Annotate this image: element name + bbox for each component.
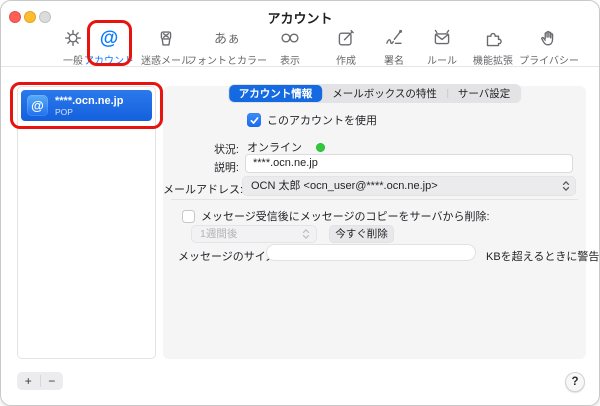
hand-icon xyxy=(519,25,579,51)
account-list-item-ocn[interactable]: @ ****.ocn.ne.jp POP xyxy=(21,90,152,121)
tab-account-information[interactable]: アカウント情報 xyxy=(229,85,323,102)
toolbar-label-privacy: プライバシー xyxy=(519,52,579,67)
title-bar: アカウント xyxy=(1,1,599,27)
remove-now-button[interactable]: 今すぐ削除 xyxy=(329,225,394,243)
toolbar-label-viewing: 表示 xyxy=(279,52,301,67)
toolbar-label-accounts: アカウント xyxy=(84,52,134,67)
status-value: オンライン xyxy=(247,139,302,155)
account-list: @ ****.ocn.ne.jp POP xyxy=(17,86,156,359)
toolbar-label-rules: ルール xyxy=(427,52,457,67)
toolbar-label-junk-mail: 迷惑メール xyxy=(141,52,191,67)
toolbar-label-general: 一般 xyxy=(62,52,84,67)
toolbar-divider xyxy=(1,66,599,67)
toolbar-item-composing[interactable]: 作成 xyxy=(335,25,357,67)
status-label: 状況: xyxy=(163,141,239,157)
compose-icon xyxy=(335,25,357,51)
account-add-remove-control: + − xyxy=(17,372,63,390)
enable-account-label: このアカウントを使用 xyxy=(267,112,377,128)
remove-period-popup[interactable]: 1週間後 xyxy=(191,225,317,243)
toolbar-item-junk-mail[interactable]: 迷惑メール xyxy=(141,25,191,67)
toolbar-item-extensions[interactable]: 機能拡張 xyxy=(473,25,513,67)
remove-copy-label: メッセージ受信後にメッセージのコピーをサーバから削除: xyxy=(201,208,490,224)
fonts-colors-icon: あぁ xyxy=(187,25,267,51)
remove-account-button[interactable]: − xyxy=(41,372,64,390)
at-icon: @ xyxy=(84,25,134,51)
account-at-icon: @ xyxy=(27,95,48,116)
popup-chevrons-icon-disabled xyxy=(302,228,310,240)
toolbar-label-extensions: 機能拡張 xyxy=(473,52,513,67)
account-name: ****.ocn.ne.jp xyxy=(55,95,123,107)
toolbar-label-composing: 作成 xyxy=(335,52,357,67)
preferences-toolbar: 一般 @ アカウント 迷惑メール あぁ フォントとカラー xyxy=(1,25,599,67)
email-address-label: メールアドレス: xyxy=(163,181,239,197)
enable-account-row: このアカウントを使用 xyxy=(247,112,377,128)
toolbar-label-signatures: 署名 xyxy=(383,52,405,67)
size-warning-suffix-label: KBを超えるときに警告 xyxy=(486,248,599,264)
remove-copy-row: メッセージ受信後にメッセージのコピーをサーバから削除: xyxy=(182,208,490,224)
account-tabs: アカウント情報 メールボックスの特性 サーバ設定 xyxy=(228,84,522,103)
email-address-value: OCN 太郎 <ocn_user@****.ocn.ne.jp> xyxy=(251,180,438,192)
toolbar-item-fonts-colors[interactable]: あぁ フォントとカラー xyxy=(187,25,267,67)
help-button[interactable]: ? xyxy=(565,372,585,392)
toolbar-item-privacy[interactable]: プライバシー xyxy=(519,25,579,67)
online-status-dot xyxy=(316,143,325,152)
status-row: オンライン xyxy=(247,139,325,155)
toolbar-item-signatures[interactable]: 署名 xyxy=(383,25,405,67)
form-divider xyxy=(171,199,578,200)
toolbar-item-viewing[interactable]: 表示 xyxy=(279,25,301,67)
remove-copy-checkbox[interactable] xyxy=(182,210,195,223)
description-field[interactable]: ****.ocn.ne.jp xyxy=(245,154,573,173)
junk-bin-icon xyxy=(141,25,191,51)
puzzle-piece-icon xyxy=(473,25,513,51)
account-info-panel: アカウント情報 メールボックスの特性 サーバ設定 このアカウントを使用 状況: … xyxy=(163,86,586,359)
description-label: 説明: xyxy=(163,159,239,175)
gear-icon xyxy=(62,25,84,51)
toolbar-item-general[interactable]: 一般 xyxy=(62,25,84,67)
enable-account-checkbox[interactable] xyxy=(247,113,261,127)
toolbar-item-rules[interactable]: ルール xyxy=(427,25,457,67)
glasses-icon xyxy=(279,25,301,51)
rules-envelope-icon xyxy=(427,25,457,51)
tab-server-settings[interactable]: サーバ設定 xyxy=(448,85,520,102)
tab-mailbox-behaviors[interactable]: メールボックスの特性 xyxy=(322,85,447,102)
remove-period-value: 1週間後 xyxy=(200,228,237,240)
add-account-button[interactable]: + xyxy=(17,372,40,390)
toolbar-label-fonts-colors: フォントとカラー xyxy=(187,52,267,67)
email-address-popup[interactable]: OCN 太郎 <ocn_user@****.ocn.ne.jp> xyxy=(242,176,576,196)
signature-pen-icon xyxy=(383,25,405,51)
mail-preferences-window: アカウント 一般 xyxy=(0,0,600,406)
account-type-badge: POP xyxy=(55,107,123,117)
popup-chevrons-icon xyxy=(562,180,570,192)
size-warning-input[interactable] xyxy=(266,244,476,261)
toolbar-item-accounts[interactable]: @ アカウント xyxy=(84,25,134,67)
